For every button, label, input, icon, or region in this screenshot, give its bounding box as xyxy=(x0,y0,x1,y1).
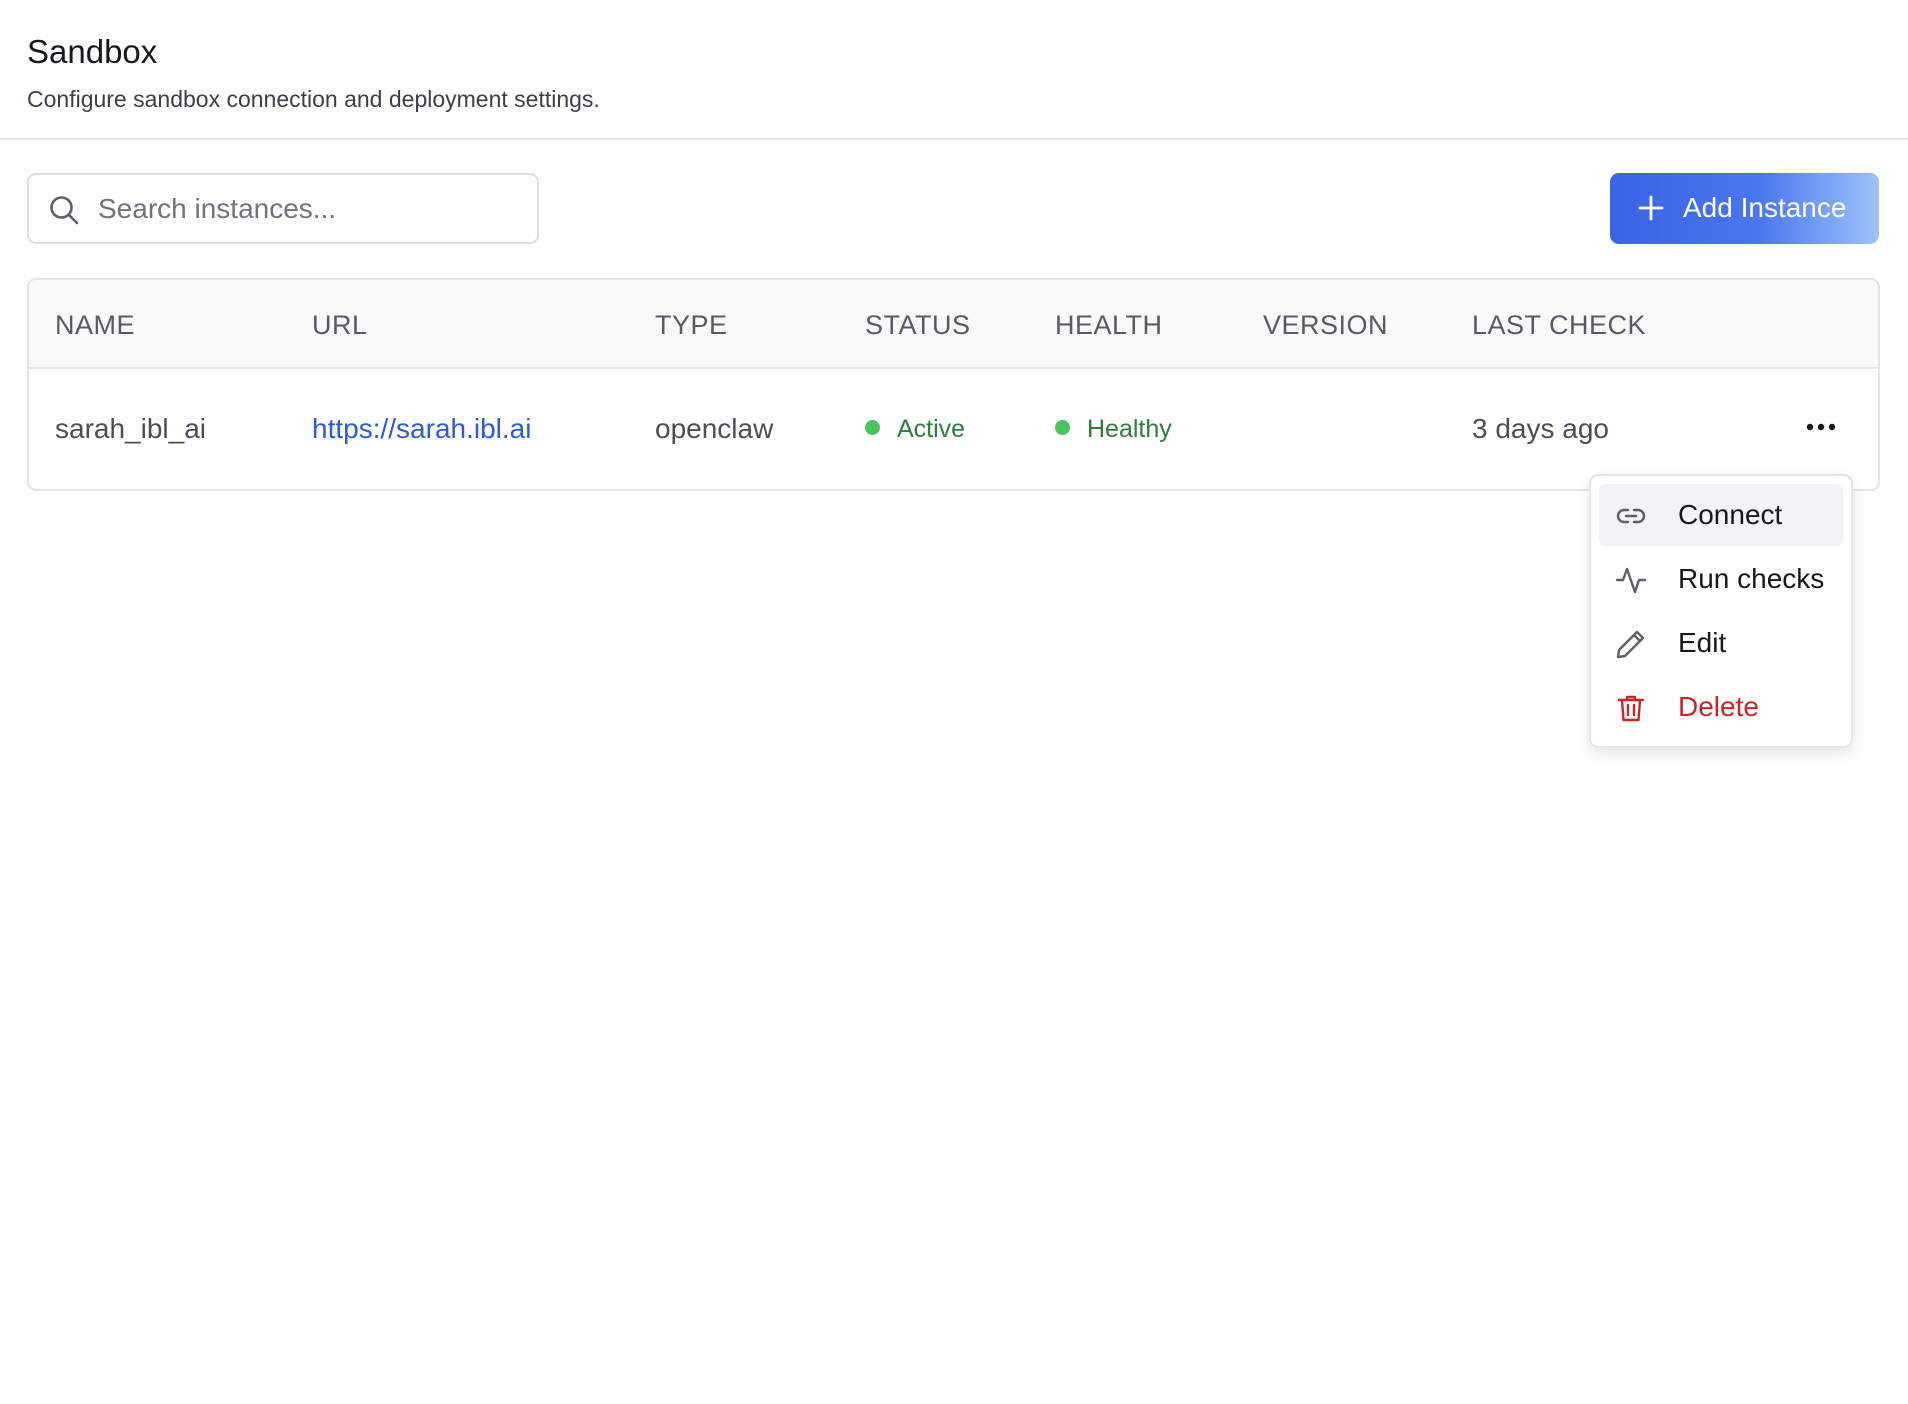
search-input[interactable] xyxy=(93,187,528,231)
column-header-status[interactable]: STATUS xyxy=(865,309,971,341)
cell-url-link[interactable]: https://sarah.ibl.ai xyxy=(312,412,531,446)
column-header-health[interactable]: HEALTH xyxy=(1055,309,1163,341)
row-actions-button[interactable] xyxy=(1799,405,1843,449)
cell-name: sarah_ibl_ai xyxy=(55,413,206,444)
column-header-last-check[interactable]: LAST CHECK xyxy=(1472,309,1646,341)
activity-icon xyxy=(1615,564,1647,596)
column-header-version[interactable]: VERSION xyxy=(1263,309,1388,341)
page-header: Sandbox Configure sandbox connection and… xyxy=(0,0,1908,140)
menu-item-edit[interactable]: Edit xyxy=(1599,612,1843,674)
search-icon xyxy=(48,194,80,226)
column-header-name[interactable]: NAME xyxy=(55,309,135,341)
pencil-icon xyxy=(1615,628,1647,660)
table-header: NAME URL TYPE STATUS HEALTH VERSION LAST… xyxy=(29,280,1878,369)
page-title: Sandbox xyxy=(27,33,158,70)
row-actions-menu: Connect Run checks Edit Delete xyxy=(1589,474,1853,748)
instances-table: NAME URL TYPE STATUS HEALTH VERSION LAST… xyxy=(27,278,1880,491)
status-badge: Active xyxy=(865,412,965,446)
add-instance-label: Add Instance xyxy=(1683,192,1847,223)
health-label: Healthy xyxy=(1087,415,1172,443)
plus-icon xyxy=(1637,194,1665,222)
menu-item-delete[interactable]: Delete xyxy=(1599,676,1843,738)
menu-item-label: Run checks xyxy=(1678,563,1825,594)
trash-icon xyxy=(1615,692,1647,724)
status-dot-icon xyxy=(865,420,880,435)
cell-last-check: 3 days ago xyxy=(1472,413,1609,444)
column-header-url[interactable]: URL xyxy=(312,309,368,341)
page-subtitle: Configure sandbox connection and deploym… xyxy=(27,86,600,112)
health-badge: Healthy xyxy=(1055,412,1172,446)
health-dot-icon xyxy=(1055,420,1070,435)
search-box[interactable] xyxy=(27,173,539,244)
menu-item-run-checks[interactable]: Run checks xyxy=(1599,548,1843,610)
column-header-type[interactable]: TYPE xyxy=(655,309,728,341)
cell-type: openclaw xyxy=(655,413,774,444)
table-row[interactable]: sarah_ibl_ai https://sarah.ibl.ai opencl… xyxy=(29,369,1878,489)
menu-item-label: Delete xyxy=(1678,691,1759,722)
status-label: Active xyxy=(897,415,966,443)
add-instance-button[interactable]: Add Instance xyxy=(1610,173,1879,244)
more-horizontal-icon xyxy=(1806,423,1836,431)
menu-item-label: Connect xyxy=(1678,499,1783,530)
menu-item-connect[interactable]: Connect xyxy=(1599,484,1843,546)
menu-item-label: Edit xyxy=(1678,627,1727,658)
link-icon xyxy=(1615,500,1647,532)
